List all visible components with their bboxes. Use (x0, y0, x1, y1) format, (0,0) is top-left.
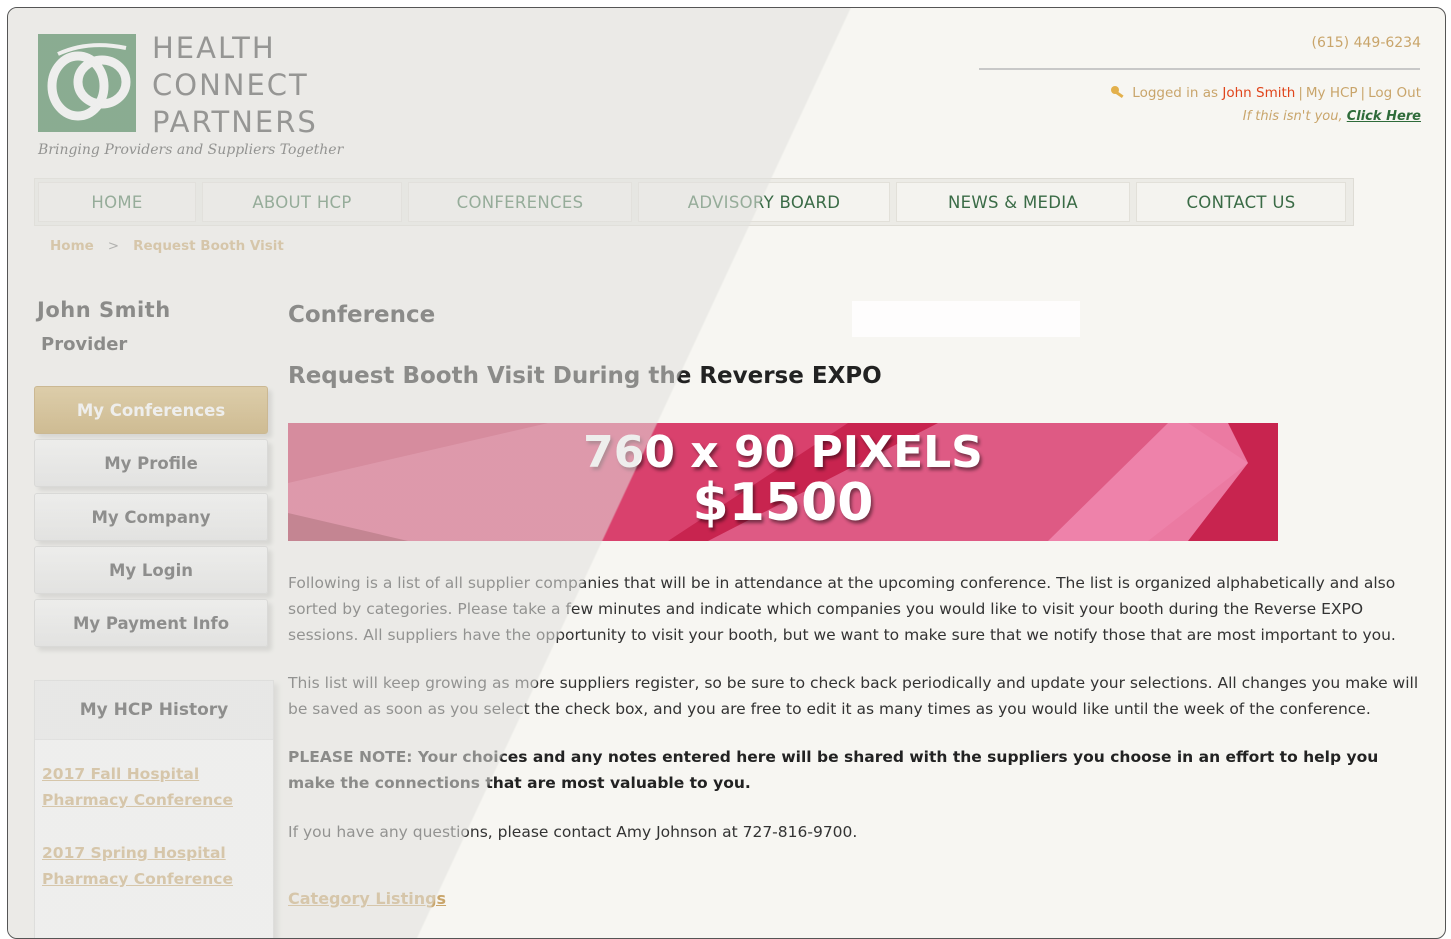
logo-line-3: PARTNERS (152, 105, 318, 139)
login-status: Logged in as John Smith | My HCP | Log Out (1110, 85, 1421, 101)
logo-tagline: Bringing Providers and Suppliers Togethe… (38, 142, 344, 158)
logo-line-2: CONNECT (152, 68, 309, 102)
log-out-link[interactable]: Log Out (1368, 85, 1421, 101)
logo-mark-icon (38, 34, 136, 132)
breadcrumb-current[interactable]: Request Booth Visit (133, 238, 284, 254)
page-frame: HEALTH CONNECT PARTNERS Bringing Provide… (7, 7, 1446, 939)
history-link-spring-2017[interactable]: 2017 Spring Hospital Pharmacy Conference (42, 840, 242, 892)
my-payment-info-button[interactable]: My Payment Info (34, 599, 268, 647)
nav-home[interactable]: HOME (38, 182, 196, 222)
nav-news-media[interactable]: NEWS & MEDIA (896, 182, 1130, 222)
update-paragraph: This list will keep growing as more supp… (288, 674, 1419, 718)
nav-contact-us[interactable]: CONTACT US (1136, 182, 1346, 222)
key-icon (1110, 85, 1126, 99)
my-profile-button[interactable]: My Profile (34, 439, 268, 487)
note-paragraph: PLEASE NOTE: Your choices and any notes … (288, 748, 1379, 792)
main-nav: HOME ABOUT HCP CONFERENCES ADVISORY BOAR… (34, 178, 1354, 226)
breadcrumb-home[interactable]: Home (50, 238, 94, 254)
click-here-link[interactable]: Click Here (1347, 109, 1421, 124)
not-you-notice: If this isn't you, Click Here (1243, 109, 1421, 124)
breadcrumb-separator: > (107, 238, 120, 254)
banner-line-1: 760 x 90 PIXELS (583, 427, 983, 478)
page-title: Request Booth Visit During the Reverse E… (288, 363, 882, 389)
header-divider (979, 68, 1420, 70)
contact-paragraph: If you have any questions, please contac… (288, 823, 858, 841)
history-link-fall-2017[interactable]: 2017 Fall Hospital Pharmacy Conference (42, 761, 242, 813)
blank-placeholder (852, 301, 1080, 337)
banner-line-2: $1500 (692, 473, 874, 533)
intro-paragraph: Following is a list of all supplier comp… (288, 574, 1396, 644)
ad-banner[interactable]: 760 x 90 PIXELS $1500 (288, 423, 1278, 541)
separator: | (1360, 85, 1366, 101)
logo-wordmark: HEALTH CONNECT PARTNERS (152, 30, 352, 141)
logged-in-prefix: Logged in as (1132, 85, 1219, 101)
logged-in-user-link[interactable]: John Smith (1222, 85, 1295, 101)
breadcrumb: Home > Request Booth Visit (50, 238, 284, 254)
logo-line-1: HEALTH (152, 31, 276, 65)
nav-conferences[interactable]: CONFERENCES (408, 182, 632, 222)
my-hcp-link[interactable]: My HCP (1306, 85, 1358, 101)
category-listings-link[interactable]: Category Listings (288, 889, 446, 908)
hcp-history-title: My HCP History (35, 681, 273, 740)
phone-number: (615) 449-6234 (1311, 35, 1422, 51)
not-you-prefix: If this isn't you, (1242, 109, 1343, 124)
nav-advisory-board[interactable]: ADVISORY BOARD (638, 182, 890, 222)
my-login-button[interactable]: My Login (34, 546, 268, 594)
hcp-history-panel: My HCP History 2017 Fall Hospital Pharma… (34, 680, 274, 938)
separator: | (1298, 85, 1303, 101)
nav-about-hcp[interactable]: ABOUT HCP (202, 182, 402, 222)
section-title: Conference (288, 302, 436, 328)
my-company-button[interactable]: My Company (34, 493, 268, 541)
my-conferences-button[interactable]: My Conferences (34, 386, 268, 434)
sidebar-user-name: John Smith (37, 298, 171, 322)
sidebar-user-role: Provider (41, 334, 128, 355)
